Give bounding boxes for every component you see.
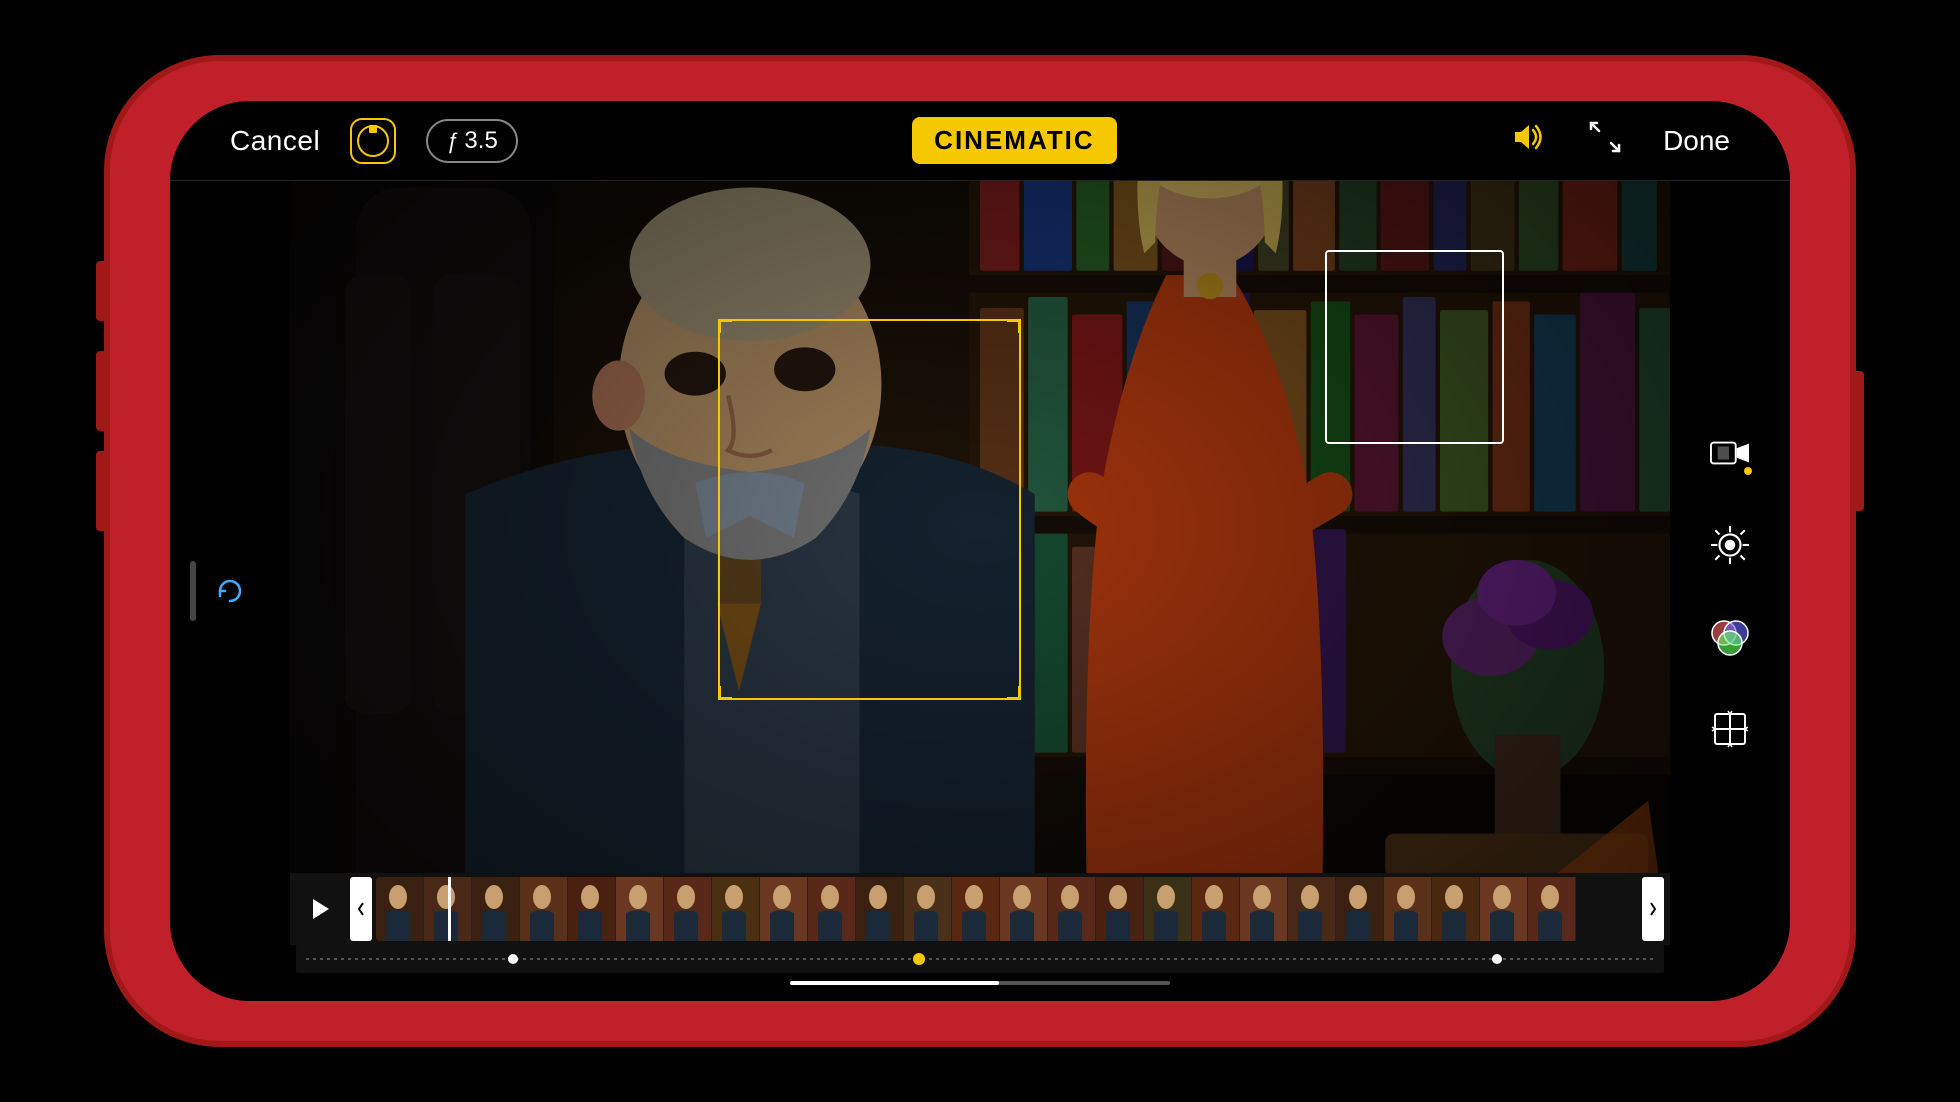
- filmstrip-frame: [1384, 877, 1432, 941]
- progress-bar[interactable]: [790, 981, 1170, 985]
- toolbar: Cancel ƒ 3.5 CINEMATIC: [170, 101, 1790, 181]
- filmstrip-container: [376, 877, 1638, 941]
- rotate-button[interactable]: [210, 571, 250, 611]
- aperture-button[interactable]: ƒ 3.5: [426, 119, 518, 163]
- filmstrip-frame: [760, 877, 808, 941]
- filmstrip-frame: [1096, 877, 1144, 941]
- filmstrip-frame: [1048, 877, 1096, 941]
- filmstrip-frame: [1336, 877, 1384, 941]
- filmstrip-frame: [1240, 877, 1288, 941]
- fullscreen-icon[interactable]: [1587, 119, 1623, 163]
- filmstrip-frame: [904, 877, 952, 941]
- filmstrip-frame: [808, 877, 856, 941]
- trim-right-handle[interactable]: [1642, 877, 1664, 941]
- filmstrip-frame: [1288, 877, 1336, 941]
- power-button[interactable]: [1850, 371, 1864, 511]
- color-mix-tool[interactable]: [1702, 609, 1758, 665]
- left-sidebar: [170, 181, 290, 1001]
- right-sidebar: [1670, 181, 1790, 1001]
- filmstrip-frame: [1192, 877, 1240, 941]
- volume-icon[interactable]: [1511, 122, 1547, 160]
- filmstrip-frame: [1000, 877, 1048, 941]
- filmstrip-row: [290, 873, 1670, 945]
- filmstrip-frame: [1432, 877, 1480, 941]
- content-area: [170, 181, 1790, 1001]
- timeline-track: [306, 958, 1654, 960]
- volume-down-button[interactable]: [96, 451, 110, 531]
- focus-point-2[interactable]: [913, 953, 925, 965]
- progress-fill: [790, 981, 999, 985]
- transform-tool[interactable]: [1702, 701, 1758, 757]
- toolbar-right: Done: [1511, 119, 1730, 163]
- aperture-value: 3.5: [464, 127, 497, 155]
- active-indicator: [1744, 467, 1752, 475]
- focus-point-1[interactable]: [508, 954, 518, 964]
- video-frame: [290, 181, 1670, 873]
- filmstrip-frame: [664, 877, 712, 941]
- scroll-indicator: [190, 561, 196, 621]
- notch: [880, 61, 1080, 93]
- filmstrip-frame: [376, 877, 424, 941]
- scene-background: [290, 181, 1670, 873]
- filmstrip-frame: [1528, 877, 1576, 941]
- focus-timeline: [296, 945, 1664, 973]
- filmstrip-frame: [472, 877, 520, 941]
- play-button[interactable]: [296, 884, 346, 934]
- progress-row: [290, 973, 1670, 993]
- filmstrip-frame: [1480, 877, 1528, 941]
- filmstrip-frame: [1144, 877, 1192, 941]
- filmstrip-frame: [568, 877, 616, 941]
- filmstrip-frame: [856, 877, 904, 941]
- phone-screen: Cancel ƒ 3.5 CINEMATIC: [170, 101, 1790, 1001]
- volume-up-button[interactable]: [96, 351, 110, 431]
- video-camera-tool[interactable]: [1702, 425, 1758, 481]
- video-viewport: [290, 181, 1670, 1001]
- trim-left-handle[interactable]: [350, 877, 372, 941]
- focus-point-3[interactable]: [1492, 954, 1502, 964]
- cinematic-badge: CINEMATIC: [912, 117, 1117, 164]
- toolbar-left: Cancel ƒ 3.5: [230, 118, 518, 164]
- exposure-tool[interactable]: [1702, 517, 1758, 573]
- aperture-f-symbol: ƒ: [446, 128, 458, 154]
- filmstrip-frame: [952, 877, 1000, 941]
- camera-flip-button[interactable]: [350, 118, 396, 164]
- playhead: [448, 877, 451, 941]
- done-button[interactable]: Done: [1663, 125, 1730, 157]
- phone-frame: Cancel ƒ 3.5 CINEMATIC: [110, 61, 1850, 1041]
- cancel-button[interactable]: Cancel: [230, 125, 320, 157]
- filmstrip-frame: [712, 877, 760, 941]
- filmstrip-frame: [616, 877, 664, 941]
- filmstrip-frame: [520, 877, 568, 941]
- bottom-controls: [290, 873, 1670, 1001]
- mute-button[interactable]: [96, 261, 110, 321]
